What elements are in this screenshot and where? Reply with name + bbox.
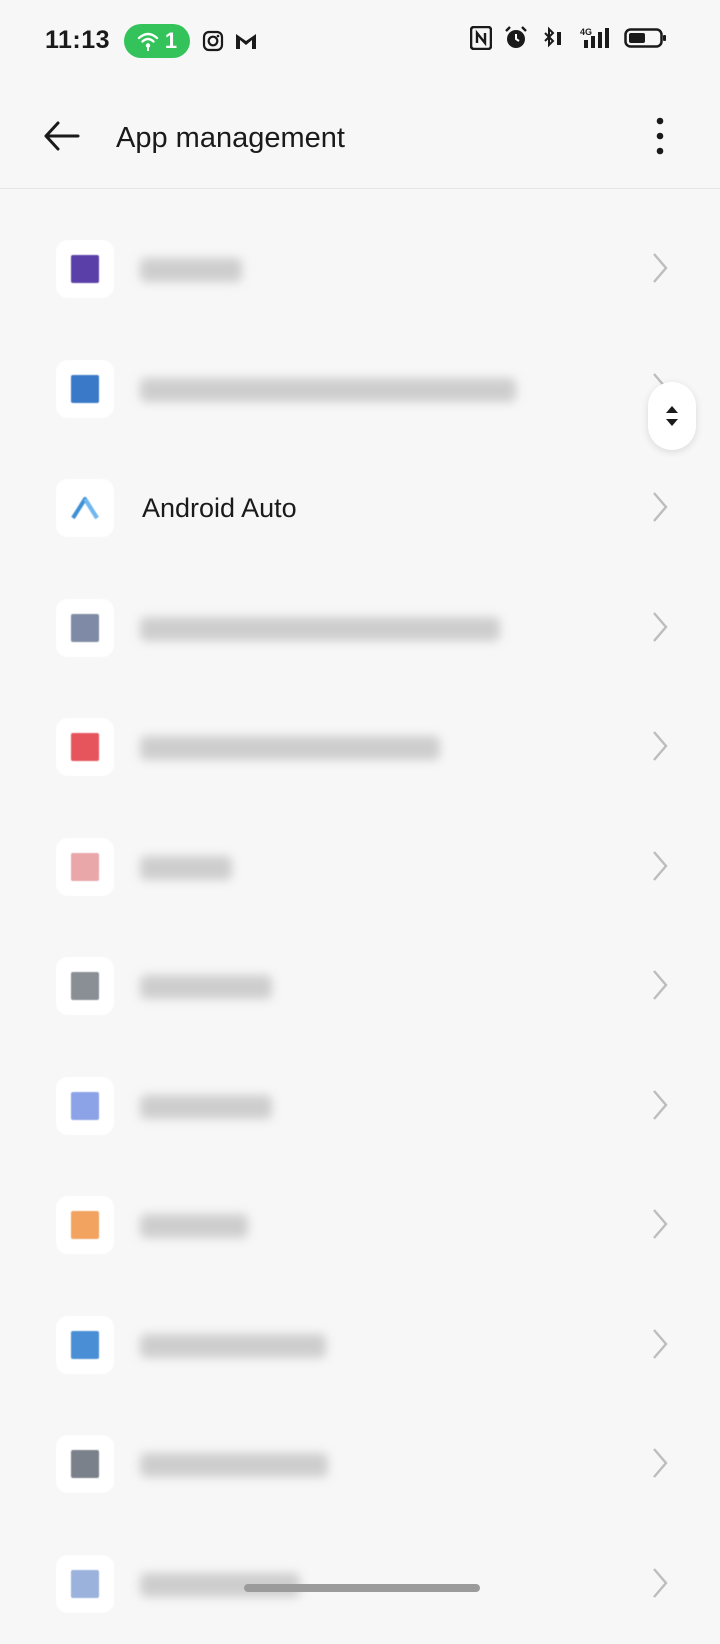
android-auto-logo-icon — [70, 496, 100, 520]
blurred-app-name — [140, 1453, 328, 1477]
svg-text:4G: 4G — [580, 27, 592, 37]
chevron-right-icon — [650, 1206, 670, 1242]
gmail-icon — [234, 30, 258, 52]
bluetooth-icon — [540, 26, 566, 50]
hotspot-icon — [137, 31, 159, 51]
app-list-item[interactable] — [0, 927, 720, 1047]
app-icon-tile — [71, 1331, 99, 1359]
chevron-right-icon — [650, 250, 670, 286]
blurred-app-name — [140, 1095, 272, 1119]
app-icon-tile — [71, 733, 99, 761]
app-icon — [56, 1435, 114, 1493]
app-icon — [56, 1316, 114, 1374]
app-icon-tile — [71, 1450, 99, 1478]
app-icon-tile — [71, 614, 99, 642]
app-list-item[interactable] — [0, 569, 720, 689]
app-bar: App management — [0, 84, 720, 189]
blurred-app-name — [140, 1334, 326, 1358]
gesture-navigation-bar[interactable] — [244, 1584, 480, 1592]
blurred-app-name — [140, 378, 516, 402]
status-bar: 11:13 1 4G — [0, 0, 720, 84]
android-auto-icon — [56, 479, 114, 537]
blurred-app-name — [140, 1214, 248, 1238]
chevron-right-icon — [650, 1445, 670, 1481]
app-icon — [56, 838, 114, 896]
app-list-item[interactable] — [0, 1047, 720, 1167]
status-time: 11:13 — [45, 26, 110, 55]
app-list-item[interactable] — [0, 1166, 720, 1286]
chevron-right-icon — [650, 1087, 670, 1123]
app-list-item[interactable] — [0, 210, 720, 330]
app-list-item[interactable]: Android Auto — [0, 449, 720, 569]
app-list-item[interactable] — [0, 1405, 720, 1525]
app-list: Android Auto — [0, 210, 720, 1644]
alarm-icon — [504, 26, 528, 50]
chevron-right-icon — [650, 967, 670, 1003]
scroll-updown-icon — [664, 402, 680, 430]
app-icon — [56, 1077, 114, 1135]
hotspot-indicator[interactable]: 1 — [124, 24, 190, 58]
app-icon-tile — [71, 1211, 99, 1239]
back-arrow-icon[interactable] — [38, 110, 90, 162]
chevron-right-icon — [650, 489, 670, 525]
app-icon-tile — [71, 375, 99, 403]
fast-scroll-handle[interactable] — [648, 382, 696, 450]
app-icon-tile — [71, 1092, 99, 1120]
hotspot-count: 1 — [165, 28, 177, 54]
app-icon — [56, 1555, 114, 1613]
app-icon — [56, 240, 114, 298]
instagram-icon — [202, 30, 224, 52]
blurred-app-name — [140, 736, 440, 760]
blurred-app-name — [140, 617, 500, 641]
app-icon — [56, 718, 114, 776]
chevron-right-icon — [650, 728, 670, 764]
app-icon — [56, 360, 114, 418]
chevron-right-icon — [650, 609, 670, 645]
app-icon-tile — [71, 1570, 99, 1598]
app-list-item[interactable] — [0, 330, 720, 450]
more-vertical-icon[interactable] — [648, 114, 672, 158]
app-list-item[interactable] — [0, 688, 720, 808]
app-icon-tile — [71, 255, 99, 283]
signal-4g-icon: 4G — [578, 26, 612, 50]
blurred-app-name — [140, 975, 272, 999]
status-right-icons: 4G — [470, 26, 668, 50]
chevron-right-icon — [650, 848, 670, 884]
page-title: App management — [116, 122, 345, 155]
app-list-item[interactable] — [0, 808, 720, 928]
blurred-app-name — [140, 856, 232, 880]
battery-icon — [624, 27, 668, 49]
chevron-right-icon — [650, 1326, 670, 1362]
app-list-item[interactable] — [0, 1286, 720, 1406]
blurred-app-name — [140, 258, 242, 282]
nfc-icon — [470, 26, 492, 50]
app-icon — [56, 1196, 114, 1254]
app-icon-tile — [71, 972, 99, 1000]
app-icon — [56, 957, 114, 1015]
chevron-right-icon — [650, 1565, 670, 1601]
app-icon — [56, 599, 114, 657]
app-name: Android Auto — [142, 493, 297, 524]
app-icon-tile — [71, 853, 99, 881]
